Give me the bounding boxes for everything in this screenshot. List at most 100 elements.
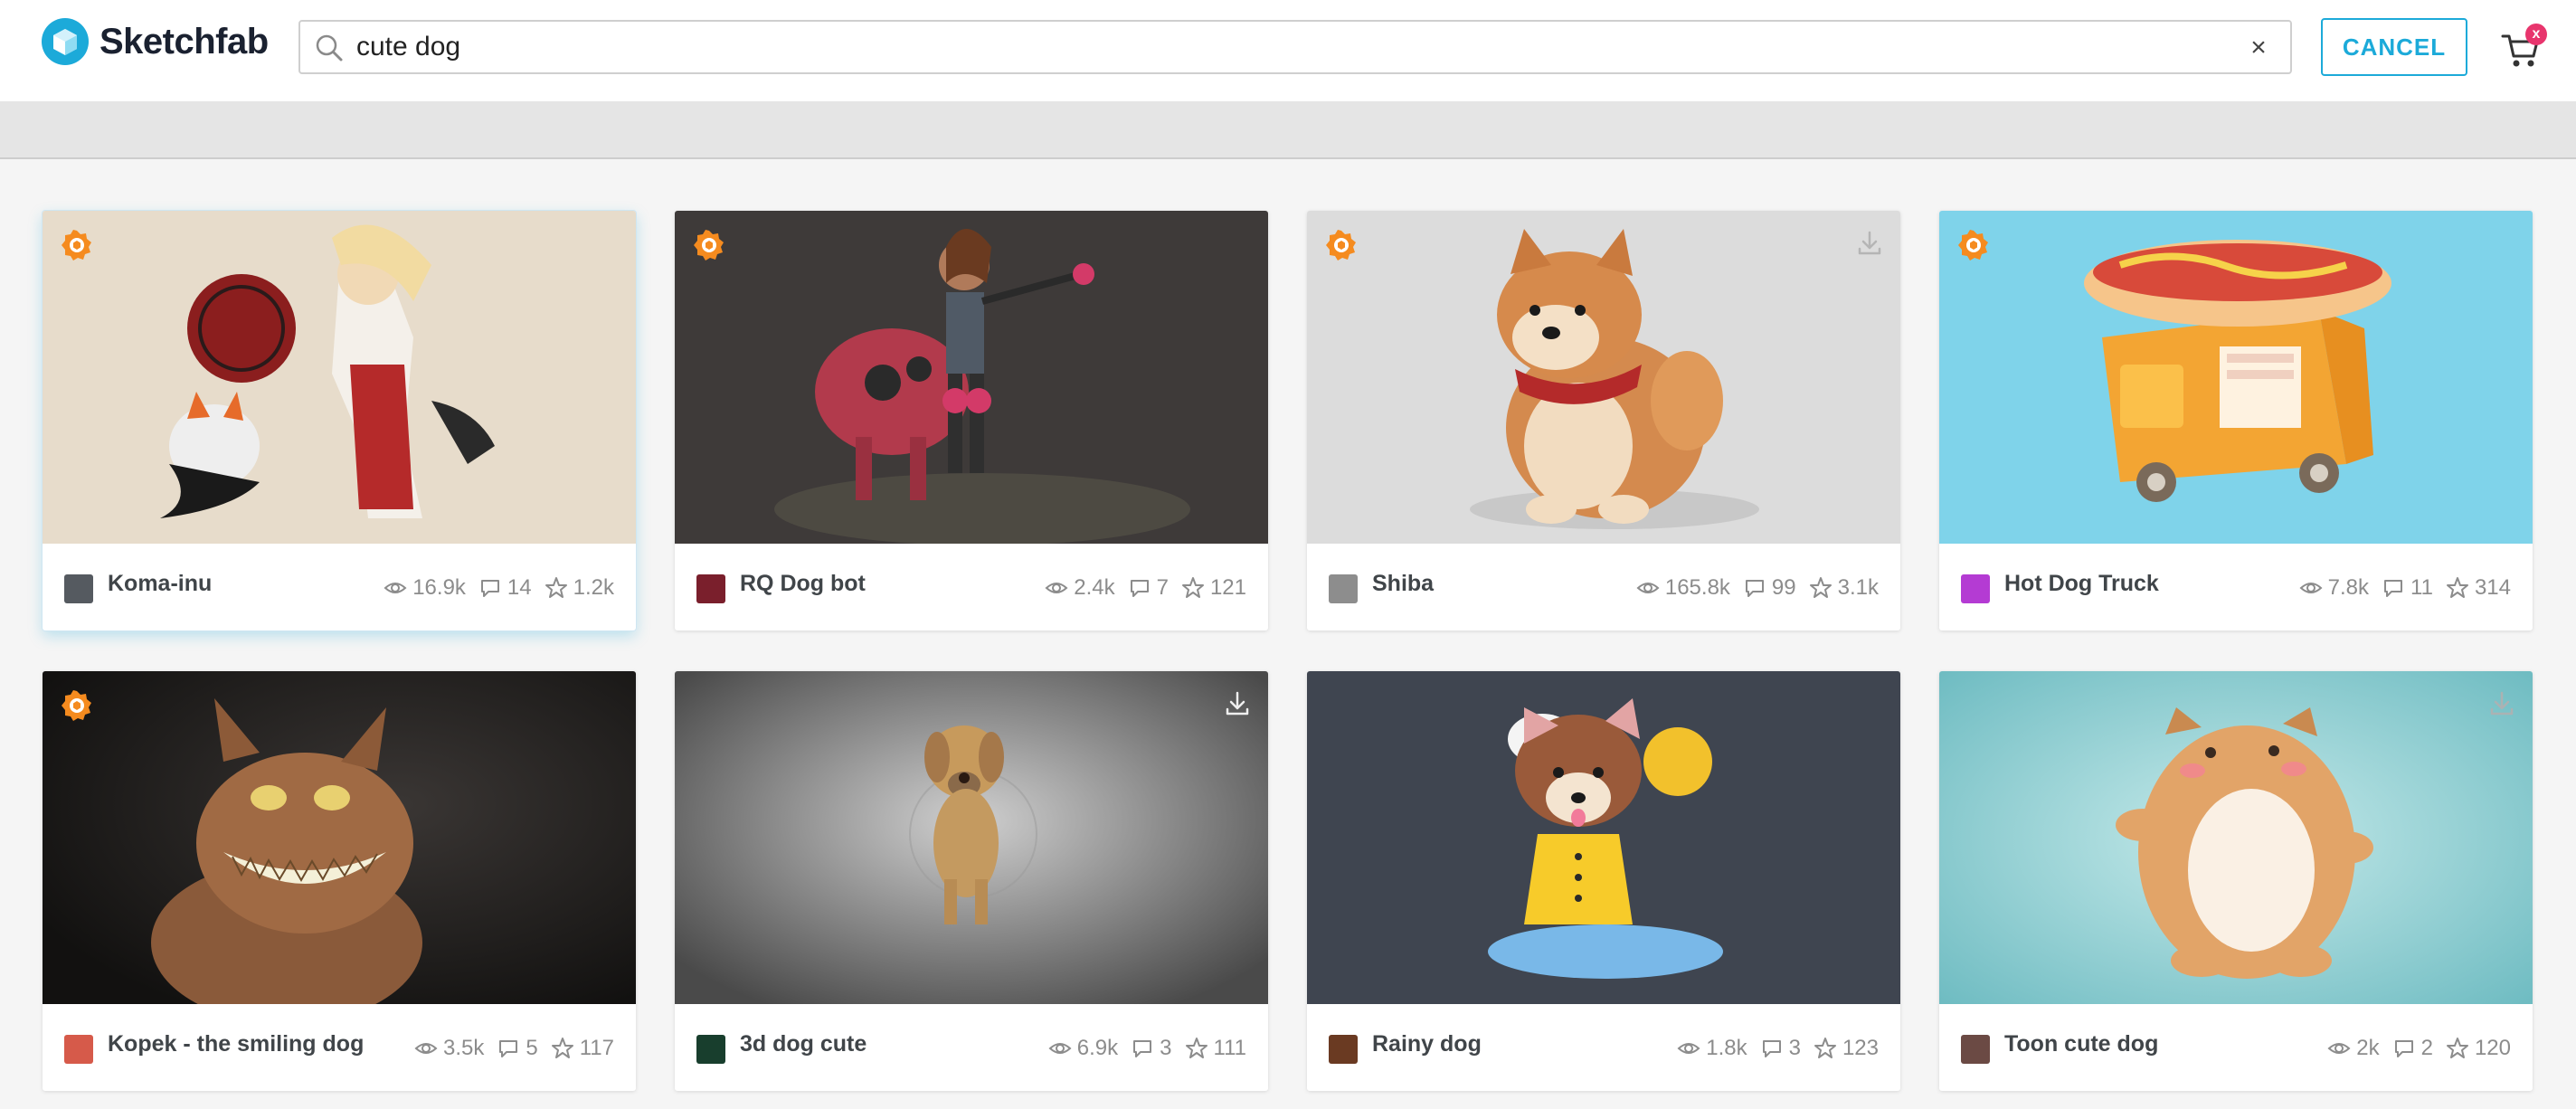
author-avatar[interactable] bbox=[1961, 574, 1990, 603]
model-thumbnail[interactable] bbox=[43, 211, 636, 544]
model-card[interactable]: Hot Dog Truck 7.8k 11 314 bbox=[1939, 211, 2533, 630]
comments-count: 2 bbox=[2420, 1036, 2433, 1060]
comments-stat: 14 bbox=[478, 575, 532, 601]
search-icon bbox=[316, 34, 343, 62]
top-bar: Sketchfab × CANCEL x bbox=[0, 0, 2576, 101]
likes-stat[interactable]: 117 bbox=[551, 1036, 614, 1061]
model-card[interactable]: RQ Dog bot 2.4k 7 121 bbox=[675, 211, 1268, 630]
comments-icon bbox=[1762, 1040, 1781, 1057]
model-thumbnail[interactable] bbox=[1939, 671, 2533, 1004]
likes-count: 117 bbox=[579, 1036, 614, 1060]
comments-icon bbox=[1130, 580, 1149, 597]
filter-bar bbox=[0, 101, 2576, 159]
views-stat: 2.4k bbox=[1045, 575, 1115, 601]
author-avatar[interactable] bbox=[696, 1035, 725, 1064]
model-meta: RQ Dog bot 2.4k 7 121 bbox=[675, 544, 1268, 630]
model-thumbnail[interactable] bbox=[43, 671, 636, 1004]
cancel-button[interactable]: CANCEL bbox=[2321, 18, 2467, 76]
model-stats: 1.8k 3 123 bbox=[1677, 1032, 1879, 1065]
comments-stat: 3 bbox=[1131, 1036, 1172, 1061]
staff-pick-icon bbox=[62, 230, 91, 261]
views-stat: 7.8k bbox=[2299, 575, 2369, 601]
likes-icon bbox=[2446, 1038, 2468, 1058]
author-avatar[interactable] bbox=[64, 574, 93, 603]
model-title[interactable]: Hot Dog Truck bbox=[2004, 571, 2159, 597]
download-icon[interactable] bbox=[1223, 689, 1252, 718]
cart-button[interactable]: x bbox=[2500, 24, 2549, 72]
thumbnail-image bbox=[1939, 211, 2533, 544]
download-icon[interactable] bbox=[1855, 229, 1884, 258]
views-count: 2k bbox=[2356, 1036, 2380, 1060]
model-thumbnail[interactable] bbox=[1307, 671, 1900, 1004]
author-avatar[interactable] bbox=[1329, 1035, 1358, 1064]
model-card[interactable]: 3d dog cute 6.9k 3 111 bbox=[675, 671, 1268, 1091]
likes-stat[interactable]: 1.2k bbox=[545, 575, 614, 601]
model-title[interactable]: Rainy dog bbox=[1372, 1031, 1482, 1057]
model-meta: Rainy dog 1.8k 3 123 bbox=[1307, 1004, 1900, 1091]
model-thumbnail[interactable] bbox=[1939, 211, 2533, 544]
likes-stat[interactable]: 121 bbox=[1181, 575, 1246, 601]
views-icon bbox=[1677, 1043, 1700, 1054]
comments-count: 3 bbox=[1788, 1036, 1801, 1060]
thumbnail-image bbox=[675, 671, 1268, 1004]
likes-stat[interactable]: 120 bbox=[2446, 1036, 2511, 1061]
author-avatar[interactable] bbox=[1329, 574, 1358, 603]
model-card[interactable]: Kopek - the smiling dog 3.5k 5 117 bbox=[43, 671, 636, 1091]
search-bar[interactable]: × bbox=[298, 20, 2292, 74]
comments-icon bbox=[1745, 580, 1764, 597]
search-input[interactable] bbox=[356, 27, 2202, 67]
staff-pick-icon bbox=[62, 690, 91, 721]
model-thumbnail[interactable] bbox=[1307, 211, 1900, 544]
model-card[interactable]: Toon cute dog 2k 2 120 bbox=[1939, 671, 2533, 1091]
model-card[interactable]: Shiba 165.8k 99 3.1k bbox=[1307, 211, 1900, 630]
views-icon bbox=[1636, 583, 1660, 593]
views-count: 16.9k bbox=[412, 575, 466, 600]
model-title[interactable]: Shiba bbox=[1372, 571, 1434, 597]
author-avatar[interactable] bbox=[696, 574, 725, 603]
model-title[interactable]: Kopek - the smiling dog bbox=[108, 1031, 364, 1057]
views-icon bbox=[384, 583, 407, 593]
likes-stat[interactable]: 111 bbox=[1185, 1036, 1246, 1061]
author-avatar[interactable] bbox=[64, 1035, 93, 1064]
likes-count: 120 bbox=[2474, 1036, 2511, 1060]
likes-stat[interactable]: 314 bbox=[2446, 575, 2511, 601]
thumbnail-image bbox=[1307, 671, 1900, 1004]
model-thumbnail[interactable] bbox=[675, 671, 1268, 1004]
comments-stat: 7 bbox=[1128, 575, 1169, 601]
thumbnail-image bbox=[675, 211, 1268, 544]
model-thumbnail[interactable] bbox=[675, 211, 1268, 544]
model-title[interactable]: 3d dog cute bbox=[740, 1031, 867, 1057]
views-count: 3.5k bbox=[443, 1036, 485, 1060]
model-title[interactable]: Koma-inu bbox=[108, 571, 212, 597]
likes-count: 121 bbox=[1209, 575, 1246, 600]
model-title[interactable]: RQ Dog bot bbox=[740, 571, 866, 597]
clear-search-icon[interactable]: × bbox=[2245, 34, 2272, 62]
thumbnail-image bbox=[43, 671, 636, 1004]
sketchfab-logo[interactable]: Sketchfab bbox=[42, 18, 269, 65]
comments-stat: 3 bbox=[1760, 1036, 1801, 1061]
model-card[interactable]: Rainy dog 1.8k 3 123 bbox=[1307, 671, 1900, 1091]
download-icon[interactable] bbox=[2487, 689, 2516, 718]
comments-count: 99 bbox=[1771, 575, 1796, 600]
thumbnail-image bbox=[1307, 211, 1900, 544]
model-card[interactable]: Koma-inu 16.9k 14 1.2k bbox=[43, 211, 636, 630]
comments-count: 5 bbox=[526, 1036, 538, 1060]
views-icon bbox=[414, 1043, 438, 1054]
likes-count: 1.2k bbox=[573, 575, 614, 600]
model-meta: Kopek - the smiling dog 3.5k 5 117 bbox=[43, 1004, 636, 1091]
author-avatar[interactable] bbox=[1961, 1035, 1990, 1064]
sketchfab-logo-icon bbox=[42, 18, 89, 65]
likes-icon bbox=[1181, 577, 1204, 598]
views-count: 7.8k bbox=[2327, 575, 2370, 600]
likes-count: 123 bbox=[1842, 1036, 1879, 1060]
comments-icon bbox=[2394, 1040, 2413, 1057]
staff-pick-icon bbox=[694, 230, 724, 261]
likes-icon bbox=[551, 1038, 573, 1058]
comments-count: 11 bbox=[2410, 575, 2433, 600]
brand-name: Sketchfab bbox=[99, 21, 269, 62]
likes-stat[interactable]: 3.1k bbox=[1809, 575, 1879, 601]
likes-stat[interactable]: 123 bbox=[1814, 1036, 1879, 1061]
model-title[interactable]: Toon cute dog bbox=[2004, 1031, 2158, 1057]
model-stats: 16.9k 14 1.2k bbox=[384, 572, 614, 604]
thumbnail-image bbox=[1939, 671, 2533, 1004]
